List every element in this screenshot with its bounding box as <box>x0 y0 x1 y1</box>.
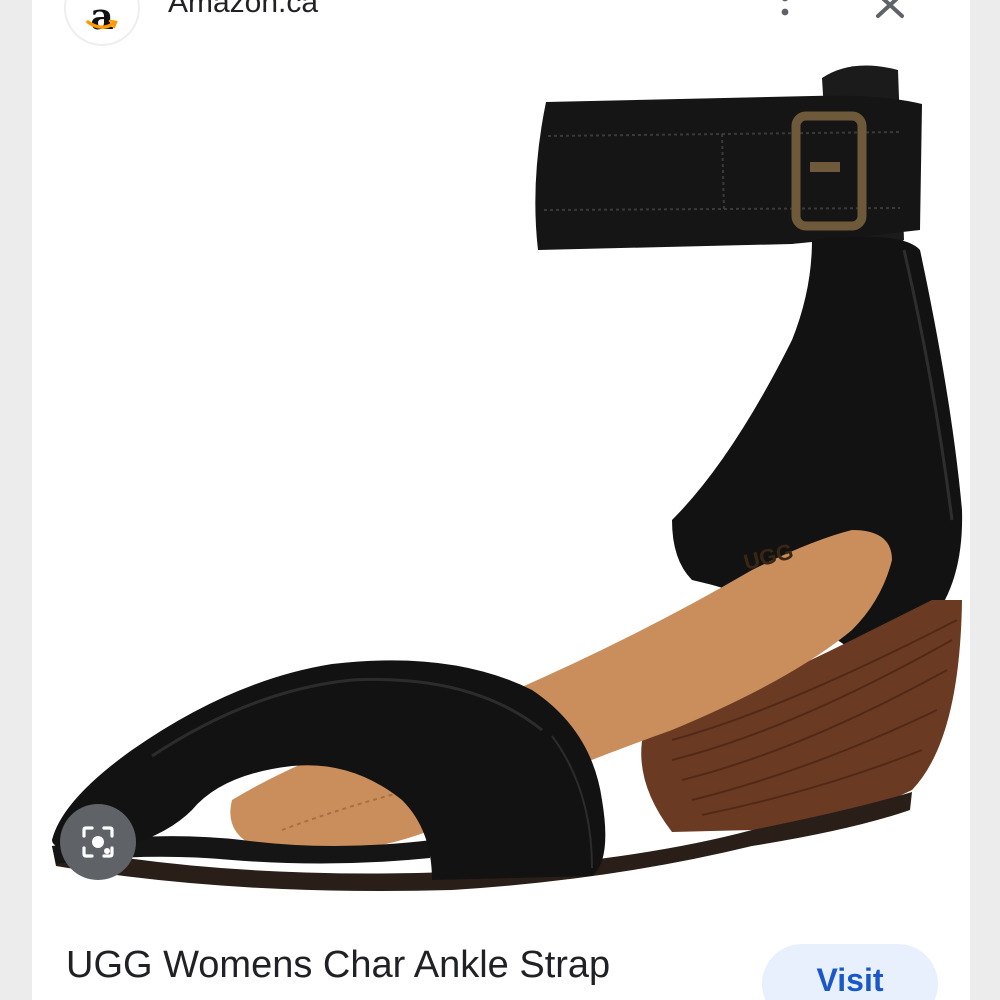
visit-button-label: Visit <box>816 962 884 998</box>
product-image[interactable]: UGG <box>32 40 970 920</box>
amazon-logo-icon[interactable]: a <box>66 0 138 44</box>
close-icon[interactable] <box>872 0 908 22</box>
amazon-smile-icon <box>86 19 118 29</box>
more-vert-icon[interactable] <box>772 0 798 24</box>
visit-button[interactable]: Visit <box>762 944 938 1000</box>
product-title[interactable]: UGG Womens Char Ankle Strap <box>66 944 610 987</box>
right-edge <box>970 0 1000 1000</box>
lens-icon <box>82 826 114 858</box>
left-edge <box>0 0 32 1000</box>
lens-button[interactable] <box>60 804 136 880</box>
site-name[interactable]: Amazon.ca <box>168 0 318 20</box>
image-preview-panel: a Amazon.ca UGG UGG Womens Char Ankle St… <box>32 0 970 1000</box>
